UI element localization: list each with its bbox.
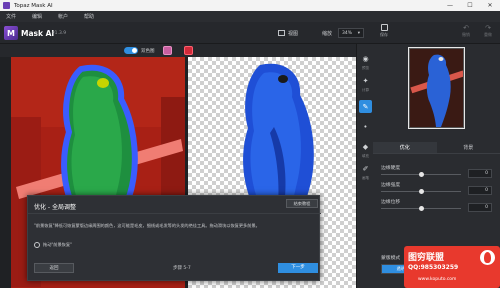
window-title: Topaz Mask AI [14, 2, 53, 9]
fill-tool[interactable]: ◆ [359, 140, 372, 153]
slider-handle[interactable] [418, 206, 424, 211]
edge-strength-row: 边缘强度 0 [381, 181, 496, 197]
dialog-hint: 拖动"前景恢复" [34, 242, 72, 248]
flame-icon [480, 250, 495, 265]
tab-background[interactable]: 背景 [437, 142, 500, 153]
maximize-button[interactable]: ☐ [460, 0, 480, 11]
tool-strip: ◉ 预览 ✦ 计算 ✎ • ◆ 填充 ✐ 画笔 [356, 44, 373, 288]
compute-tool[interactable]: ✦ [359, 74, 372, 87]
view-label: 视图 [288, 30, 299, 37]
tool-label-preview: 预览 [362, 66, 369, 70]
view-button[interactable]: 视图 [278, 28, 308, 38]
app-header: M Mask AI v1.3.9 视图 缩放 34% ▾ [0, 22, 500, 44]
slider-value[interactable]: 0 [468, 169, 492, 178]
split-view-icon [278, 30, 285, 36]
refine-icon: ✎ [362, 102, 369, 111]
back-button[interactable]: 返回 [34, 263, 74, 273]
save-button[interactable]: 保存 [377, 24, 391, 40]
end-tutorial-button[interactable]: 结束教程 [286, 199, 318, 208]
step-indicator: 步骤 5-7 [173, 266, 191, 271]
hint-text: 拖动"前景恢复" [43, 242, 72, 247]
menu-account[interactable]: 帐户 [58, 13, 68, 20]
tool-label-fill: 填充 [362, 154, 369, 158]
tool-label-brush: 画笔 [362, 176, 369, 180]
brush-icon: ✐ [362, 164, 369, 173]
watermark-badge: 图穷联盟 QQ:985303259 www.koputo.com [404, 246, 500, 288]
window-controls: — ☐ ✕ [440, 0, 500, 11]
tool-label-compute: 计算 [362, 88, 369, 92]
pointer-icon [34, 242, 40, 248]
save-label: 保存 [380, 32, 388, 37]
menu-edit[interactable]: 编辑 [32, 13, 42, 20]
eye-icon: ◉ [362, 54, 369, 63]
save-icon [380, 24, 388, 31]
dual-color-toggle[interactable] [124, 47, 138, 54]
app-version: v1.3.9 [52, 31, 67, 36]
dot-icon: • [363, 122, 368, 131]
menu-help[interactable]: 帮助 [84, 13, 94, 20]
zoom-label: 缩放 [322, 31, 333, 37]
dot-tool[interactable]: • [359, 120, 372, 133]
redo-label: 重做 [484, 32, 492, 37]
dialog-divider [28, 213, 321, 214]
background-color-swatch[interactable] [184, 46, 193, 55]
toggle-label: 双色图 [141, 49, 155, 54]
redo-icon: ↷ [485, 24, 491, 32]
navigator-image [410, 49, 463, 127]
next-button[interactable]: 下一步 [278, 263, 318, 273]
zoom-value: 34% [342, 30, 353, 36]
dialog-body: "前景恢复"降低可恢复蒙版边缘周围的颜色，这可能是毛皮，细线或毛发等的头发的绝佳… [34, 223, 260, 228]
navigator-thumbnail[interactable] [409, 48, 464, 128]
redo-button[interactable]: ↷ 重做 [481, 24, 495, 40]
undo-button[interactable]: ↶ 撤销 [459, 24, 473, 40]
edge-shift-row: 边缘位移 0 [381, 198, 496, 214]
canvas-toolbar: 双色图 [0, 44, 373, 57]
mask-color-swatch[interactable] [163, 46, 172, 55]
panel-tabs: 优化 背景 [373, 142, 500, 154]
minimize-button[interactable]: — [440, 0, 460, 11]
mask-mode-label: 蒙版模式 [381, 256, 401, 261]
slider-handle[interactable] [418, 189, 424, 194]
refine-tool[interactable]: ✎ [359, 100, 372, 113]
app-logo: M [4, 26, 18, 40]
dialog-title: 优化 - 全局调整 [34, 204, 76, 211]
slider-value[interactable]: 0 [468, 203, 492, 212]
slider-handle[interactable] [418, 172, 424, 177]
undo-icon: ↶ [463, 24, 469, 32]
close-button[interactable]: ✕ [480, 0, 500, 11]
chevron-down-icon: ▾ [357, 30, 360, 36]
watermark-line3: www.koputo.com [418, 277, 457, 282]
run-icon: ✦ [362, 76, 369, 85]
tab-refine[interactable]: 优化 [373, 142, 437, 153]
app-icon [3, 2, 10, 9]
menu-bar: 文件 编辑 帐户 帮助 [0, 11, 500, 22]
title-bar: Topaz Mask AI — ☐ ✕ [0, 0, 500, 11]
tutorial-dialog: 优化 - 全局调整 结束教程 "前景恢复"降低可恢复蒙版边缘周围的颜色，这可能是… [27, 195, 321, 281]
edge-hardness-row: 边缘硬度 0 [381, 164, 496, 180]
app-name: Mask AI [21, 29, 55, 38]
menu-file[interactable]: 文件 [6, 13, 16, 20]
watermark-line1: 图穷联盟 [408, 253, 445, 263]
zoom-select[interactable]: 34% ▾ [338, 28, 364, 38]
undo-label: 撤销 [462, 32, 470, 37]
preview-tool[interactable]: ◉ [359, 52, 372, 65]
bucket-icon: ◆ [362, 142, 369, 151]
brush-tool[interactable]: ✐ [359, 162, 372, 175]
watermark-line2: QQ:985303259 [408, 264, 459, 271]
slider-value[interactable]: 0 [468, 186, 492, 195]
